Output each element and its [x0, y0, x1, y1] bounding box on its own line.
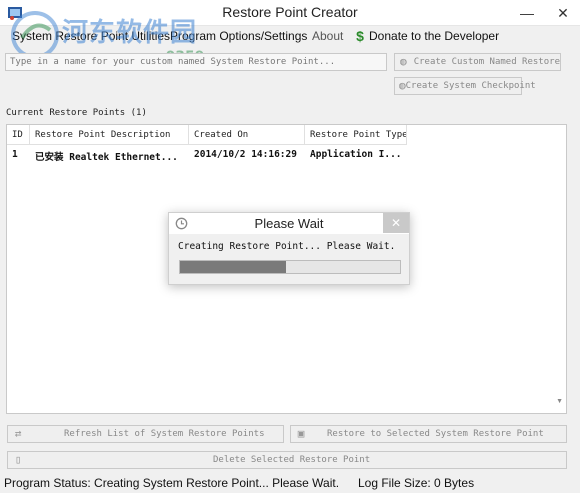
- create-checkpoint-label: Create System Checkpoint: [405, 81, 536, 91]
- log-file-size-value: 0 Bytes: [434, 476, 475, 490]
- trash-icon: ▯: [14, 453, 22, 466]
- program-status-label: Program Status:: [4, 476, 91, 490]
- restore-selected-button[interactable]: ▣ Restore to Selected System Restore Poi…: [290, 425, 567, 443]
- refresh-list-button[interactable]: ⇄ Refresh List of System Restore Points: [7, 425, 284, 443]
- list-header: ID Restore Point Description Created On …: [7, 125, 407, 145]
- minimize-button[interactable]: —: [510, 0, 544, 26]
- menu-system-restore-utilities[interactable]: System Restore Point Utilities: [12, 29, 170, 43]
- restore-selected-label: Restore to Selected System Restore Point: [327, 429, 544, 439]
- menu-bar: System Restore Point Utilities Program O…: [0, 27, 580, 47]
- progress-fill: [180, 261, 286, 273]
- column-header-id[interactable]: ID: [7, 125, 30, 145]
- log-file-size-label: Log File Size:: [358, 476, 431, 490]
- program-status-value: Creating System Restore Point... Please …: [94, 476, 340, 490]
- refresh-list-label: Refresh List of System Restore Points: [64, 429, 265, 439]
- cell-id: 1: [12, 149, 18, 160]
- window-title: Restore Point Creator: [222, 4, 358, 20]
- status-bar: Program Status: Creating System Restore …: [0, 474, 580, 493]
- dialog-close-button[interactable]: ✕: [383, 213, 409, 233]
- refresh-icon: ⇄: [14, 427, 22, 440]
- shield-icon: ◍: [399, 79, 406, 92]
- dialog-title: Please Wait: [254, 216, 324, 231]
- create-custom-restore-button[interactable]: ◍ Create Custom Named Restore: [394, 53, 561, 71]
- restore-points-label: Current Restore Points (1): [6, 108, 147, 118]
- create-custom-restore-label: Create Custom Named Restore: [413, 57, 560, 67]
- restore-name-input[interactable]: Type in a name for your custom named Sys…: [5, 53, 387, 71]
- dollar-icon: $: [356, 28, 364, 44]
- progress-bar: [179, 260, 401, 274]
- menu-program-options[interactable]: Program Options/Settings: [170, 29, 307, 43]
- title-bar: Restore Point Creator — ✕: [0, 0, 580, 26]
- log-file-size: Log File Size: 0 Bytes: [358, 476, 474, 490]
- delete-selected-button[interactable]: ▯ Delete Selected Restore Point: [7, 451, 567, 469]
- create-checkpoint-button[interactable]: ◍ Create System Checkpoint: [394, 77, 536, 95]
- column-header-description[interactable]: Restore Point Description: [30, 125, 189, 145]
- dialog-title-bar: Please Wait ✕: [169, 213, 409, 234]
- shield-icon: ◍: [400, 55, 407, 68]
- menu-donate[interactable]: Donate to the Developer: [369, 29, 499, 43]
- column-header-created-on[interactable]: Created On: [189, 125, 305, 145]
- please-wait-dialog: Please Wait ✕ Creating Restore Point... …: [168, 212, 410, 285]
- chevron-down-icon[interactable]: ▼: [556, 398, 563, 405]
- column-header-type[interactable]: Restore Point Type: [305, 125, 407, 145]
- program-status: Program Status: Creating System Restore …: [4, 476, 339, 490]
- delete-selected-label: Delete Selected Restore Point: [213, 455, 371, 465]
- cell-type: Application I...: [310, 149, 402, 160]
- menu-about[interactable]: About: [312, 29, 343, 43]
- dialog-message: Creating Restore Point... Please Wait.: [178, 241, 396, 252]
- restore-icon: ▣: [297, 427, 305, 440]
- cell-created-on: 2014/10/2 14:16:29: [194, 149, 297, 160]
- cell-description: 已安装 Realtek Ethernet...: [35, 152, 178, 163]
- close-button[interactable]: ✕: [546, 0, 580, 26]
- table-row[interactable]: 1 已安装 Realtek Ethernet... 2014/10/2 14:1…: [7, 147, 407, 163]
